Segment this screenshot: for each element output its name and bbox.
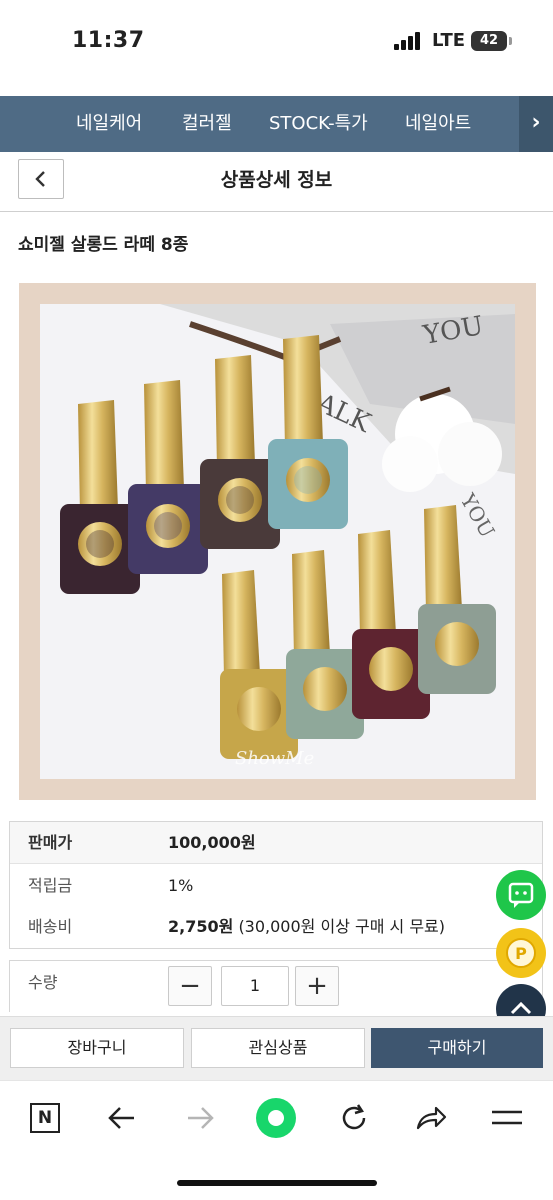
network-type: LTE [432,30,466,51]
page-title: 상품상세 정보 [220,169,333,191]
product-image[interactable]: YOU ALK YOU ShowMe [40,304,515,779]
refresh-icon[interactable] [338,1102,370,1134]
shipping-label: 배송비 [28,917,73,936]
shipping-row: 배송비 2,750원 (30,000원 이상 구매 시 무료) [10,906,542,948]
category-nav: 네일케어 컬러젤 STOCK-특가 네일아트 › [0,96,553,152]
chevron-left-icon [35,171,45,187]
back-button[interactable] [18,159,64,199]
battery-icon: 42 [471,31,507,51]
menu-icon[interactable] [490,1105,524,1131]
quantity-input[interactable]: 1 [221,966,289,1006]
shipping-value: 2,750원 (30,000원 이상 구매 시 무료) [168,906,445,948]
category-nail-art[interactable]: 네일아트 [405,96,471,152]
svg-text:ShowMe: ShowMe [235,748,314,769]
home-indicator[interactable] [177,1180,377,1186]
back-arrow-icon[interactable] [106,1104,138,1132]
page-header: 상품상세 정보 [0,152,553,212]
share-icon[interactable] [414,1102,448,1134]
point-button[interactable]: P [496,928,546,978]
points-row: 적립금 1% [10,865,542,907]
add-to-cart-button[interactable]: 장바구니 [10,1028,184,1068]
status-bar: 11:37 LTE 42 [0,0,553,84]
forward-arrow-icon[interactable] [184,1104,216,1132]
status-time: 11:37 [72,28,145,53]
shipping-note: (30,000원 이상 구매 시 무료) [238,917,446,936]
battery-tip [509,37,512,45]
points-value: 1% [168,876,194,895]
svg-text:P: P [515,944,527,963]
signal-icon [394,32,424,50]
chat-icon [508,882,534,908]
category-color-gel[interactable]: 컬러젤 [182,96,232,152]
tabs-n-button[interactable]: N [30,1103,60,1133]
talk-button[interactable] [496,870,546,920]
price-row: 판매가 100,000원 [10,822,542,864]
shipping-fee: 2,750원 [168,917,234,936]
quantity-label: 수량 [28,973,58,992]
quantity-row: 수량 − 1 + [9,960,543,1012]
product-info-table: 판매가 100,000원 적립금 1% 배송비 2,750원 (30,000원 … [9,821,543,949]
product-photo-illustration: YOU ALK YOU ShowMe [40,304,515,779]
chevron-right-icon[interactable]: › [519,96,553,152]
category-stock-sale[interactable]: STOCK-특가 [269,96,368,152]
naver-green-dot-icon[interactable] [255,1097,297,1139]
quantity-plus-button[interactable]: + [295,966,339,1006]
product-name: 쇼미젤 살롱드 라떼 8종 [18,235,189,255]
quantity-minus-button[interactable]: − [168,966,212,1006]
price-label: 판매가 [28,833,73,852]
category-nail-care[interactable]: 네일케어 [76,96,142,152]
product-image-frame: YOU ALK YOU ShowMe [19,283,536,800]
price-value: 100,000원 [168,833,256,852]
points-label: 적립금 [28,876,73,895]
purchase-action-bar: 장바구니 관심상품 구매하기 [0,1016,553,1080]
wishlist-button[interactable]: 관심상품 [191,1028,365,1068]
point-coin-icon: P [506,938,536,968]
buy-now-button[interactable]: 구매하기 [371,1028,543,1068]
